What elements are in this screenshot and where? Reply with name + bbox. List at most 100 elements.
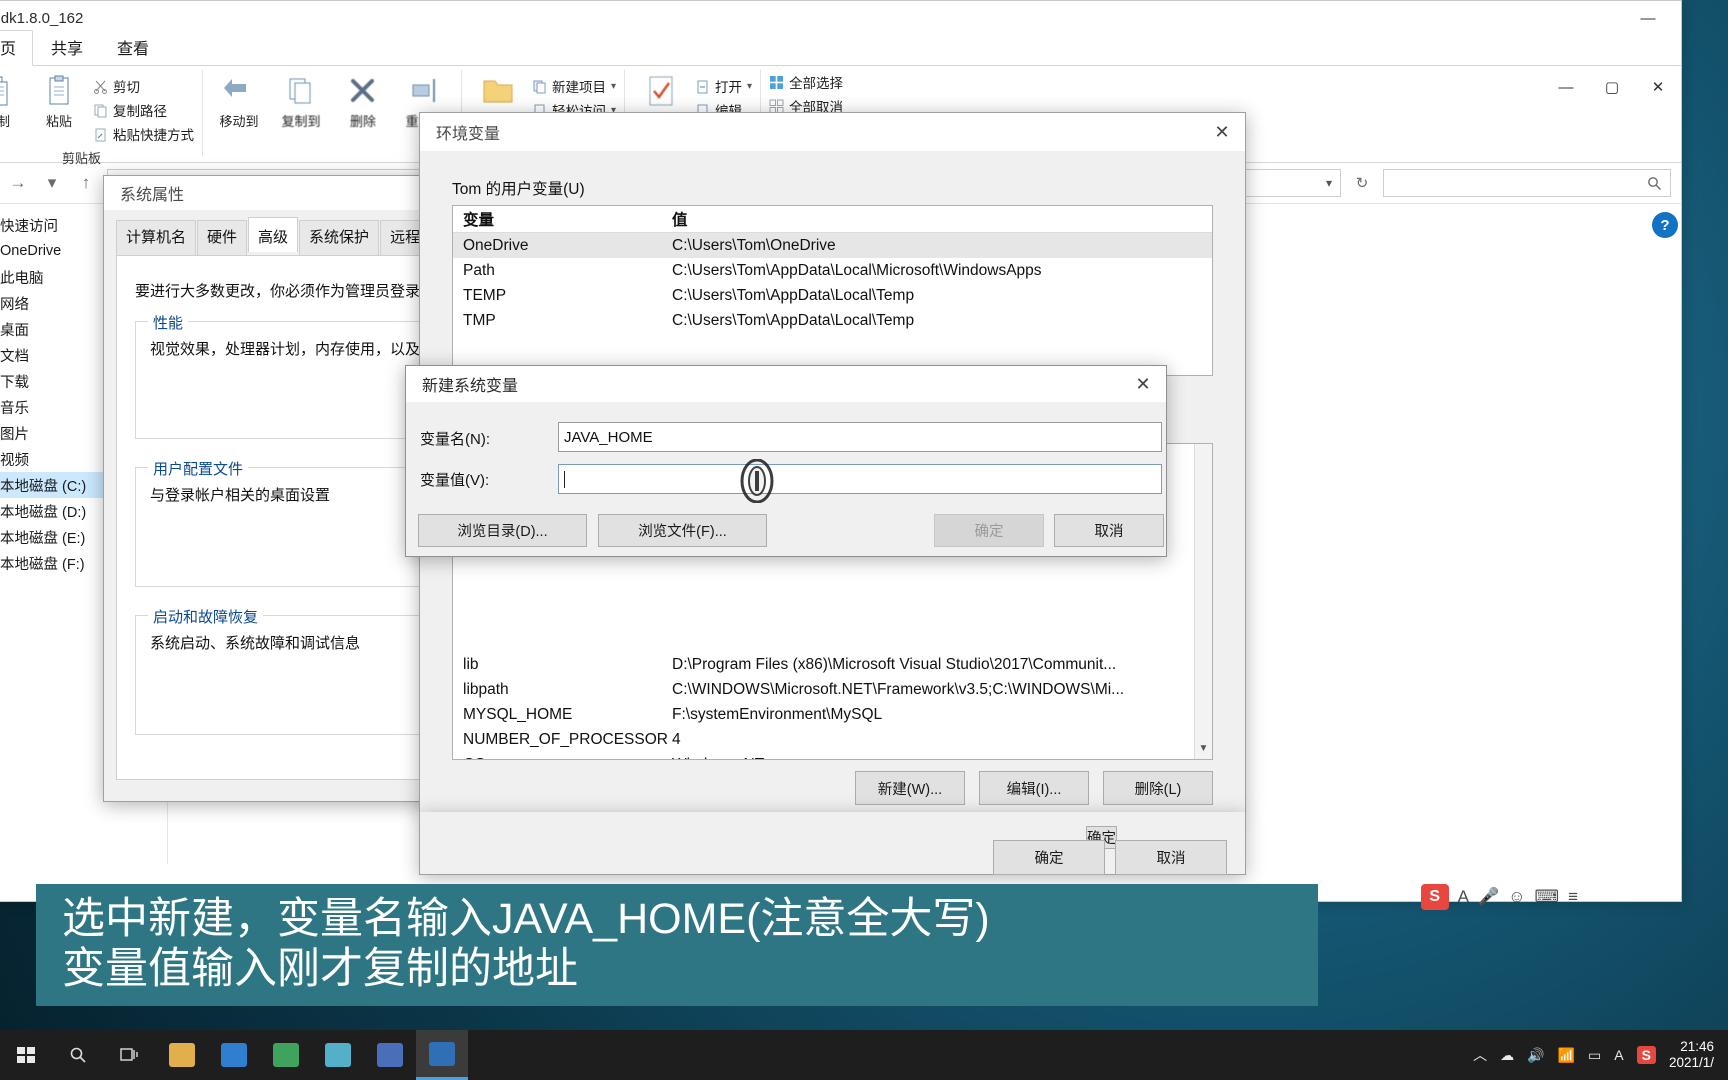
chevron-down-icon[interactable]: ▾ bbox=[747, 81, 752, 92]
move-to-button[interactable]: 移动到 bbox=[211, 70, 267, 130]
chevron-down-icon[interactable]: ▼ bbox=[1195, 739, 1212, 757]
delete-x-icon bbox=[351, 79, 374, 102]
task-view-button[interactable] bbox=[104, 1030, 156, 1080]
explorer-maximize-button[interactable]: ▢ bbox=[1589, 70, 1635, 104]
search-icon bbox=[1648, 176, 1661, 190]
taskbar-app-photos[interactable] bbox=[260, 1030, 312, 1080]
select-all-button[interactable]: 全部选择 bbox=[769, 72, 843, 92]
table-row[interactable]: MYSQL_HOME F:\systemEnvironment\MySQL bbox=[453, 702, 1212, 727]
user-variables-header: 变量 值 bbox=[453, 206, 1212, 233]
tab-home[interactable]: 主页 bbox=[0, 30, 34, 66]
taskbar-app-explorer-active[interactable] bbox=[416, 1030, 468, 1080]
close-icon[interactable]: ✕ bbox=[1199, 114, 1245, 150]
copy-path-button[interactable]: 复制路径 bbox=[93, 100, 194, 120]
menu-icon[interactable]: ≡ bbox=[1568, 887, 1578, 907]
keyboard-icon[interactable]: ⌨ bbox=[1535, 887, 1560, 907]
recent-locations-button[interactable]: ▾ bbox=[39, 170, 65, 196]
help-button[interactable]: ? bbox=[1652, 212, 1678, 238]
new-item-label: 新建项目 bbox=[552, 80, 606, 95]
variable-name: TEMP bbox=[463, 286, 507, 304]
explorer-minimize-button[interactable]: — bbox=[1543, 70, 1589, 104]
emoji-icon[interactable]: ☺ bbox=[1508, 887, 1525, 907]
variable-name-input[interactable]: JAVA_HOME bbox=[558, 422, 1162, 452]
system-variables-scrollbar[interactable]: ▼ bbox=[1194, 444, 1212, 759]
variable-name-input-value: JAVA_HOME bbox=[564, 428, 653, 446]
copy-icon bbox=[0, 76, 8, 106]
ribbon-group-clipboard: 复制 粘贴 剪切 复制路径 bbox=[0, 70, 203, 166]
up-button[interactable]: ↑ bbox=[73, 170, 99, 196]
sogou-icon[interactable]: S bbox=[1636, 1046, 1656, 1064]
explorer-close-button[interactable]: ✕ bbox=[1635, 70, 1681, 104]
onedrive-icon[interactable]: ☁ bbox=[1500, 1047, 1514, 1064]
new-var-ok-button[interactable]: 确定 bbox=[934, 514, 1044, 547]
search-button[interactable] bbox=[52, 1030, 104, 1080]
tab-computer-name[interactable]: 计算机名 bbox=[116, 220, 197, 255]
sogou-ime-bar[interactable]: S A 🎤 ☺ ⌨ ≡ bbox=[1420, 884, 1578, 910]
ime-mode-label[interactable]: A bbox=[1458, 887, 1469, 907]
taskbar-app-mail[interactable] bbox=[208, 1030, 260, 1080]
delete-variable-button[interactable]: 删除(L) bbox=[1103, 771, 1213, 805]
open-icon bbox=[697, 80, 708, 93]
table-row[interactable]: libpath C:\WINDOWS\Microsoft.NET\Framewo… bbox=[453, 677, 1212, 702]
variable-name: lib bbox=[463, 655, 479, 673]
user-variables-table[interactable]: 变量 值 OneDrive C:\Users\Tom\OneDrive Path… bbox=[452, 205, 1213, 376]
tab-system-protection[interactable]: 系统保护 bbox=[299, 220, 380, 255]
subtitle-banner: 选中新建，变量名输入JAVA_HOME(注意全大写) 变量值输入刚才复制的地址 bbox=[36, 884, 1318, 1006]
cut-button[interactable]: 剪切 bbox=[93, 76, 194, 96]
env-ok-button[interactable]: 确定 bbox=[993, 840, 1105, 875]
breadcrumb-dropdown-icon[interactable]: ▾ bbox=[1326, 176, 1332, 190]
mic-icon[interactable]: 🎤 bbox=[1478, 887, 1499, 907]
copy-path-label: 复制路径 bbox=[113, 104, 167, 119]
tab-view[interactable]: 查看 bbox=[101, 31, 165, 65]
paste-button[interactable]: 粘贴 bbox=[31, 70, 87, 130]
copy-button[interactable]: 复制 bbox=[0, 70, 25, 130]
table-row[interactable]: OS Windows_NT bbox=[453, 752, 1212, 760]
table-row[interactable]: TMP C:\Users\Tom\AppData\Local\Temp bbox=[453, 308, 1212, 333]
startup-caption: 启动和故障恢复 bbox=[148, 606, 264, 627]
user-profile-caption: 用户配置文件 bbox=[148, 458, 249, 479]
new-var-cancel-button[interactable]: 取消 bbox=[1054, 514, 1164, 547]
tab-share[interactable]: 共享 bbox=[35, 31, 99, 65]
variable-name-label: 变量名(N): bbox=[420, 431, 490, 448]
sogou-logo-icon[interactable]: S bbox=[1420, 884, 1449, 910]
taskbar-app-store[interactable] bbox=[364, 1030, 416, 1080]
paste-shortcut-button[interactable]: 粘贴快捷方式 bbox=[93, 124, 194, 144]
env-cancel-button[interactable]: 取消 bbox=[1115, 840, 1227, 875]
browse-directory-button[interactable]: 浏览目录(D)... bbox=[418, 514, 587, 547]
chevron-up-icon[interactable]: ︿ bbox=[1473, 1045, 1487, 1065]
edit-variable-button[interactable]: 编辑(I)... bbox=[979, 771, 1089, 805]
ime-A-icon[interactable]: A bbox=[1614, 1047, 1623, 1063]
table-row[interactable]: NUMBER_OF_PROCESSORS 4 bbox=[453, 727, 1212, 752]
taskbar-app-music[interactable] bbox=[312, 1030, 364, 1080]
variable-value-input[interactable] bbox=[558, 464, 1162, 494]
table-row[interactable]: OneDrive C:\Users\Tom\OneDrive bbox=[453, 233, 1212, 258]
forward-button[interactable]: → bbox=[5, 170, 31, 196]
tab-hardware[interactable]: 硬件 bbox=[197, 220, 248, 255]
volume-icon[interactable]: 🔊 bbox=[1527, 1047, 1544, 1064]
wifi-icon[interactable]: 📶 bbox=[1558, 1047, 1575, 1064]
copy-to-button[interactable]: 复制到 bbox=[273, 70, 329, 130]
battery-icon[interactable]: ▭ bbox=[1588, 1047, 1601, 1064]
browse-file-button[interactable]: 浏览文件(F)... bbox=[598, 514, 767, 547]
delete-label: 删除 bbox=[349, 114, 376, 129]
table-row[interactable]: Path C:\Users\Tom\AppData\Local\Microsof… bbox=[453, 258, 1212, 283]
start-button[interactable] bbox=[0, 1030, 52, 1080]
delete-button[interactable]: 删除 bbox=[335, 70, 391, 130]
new-variable-button[interactable]: 新建(W)... bbox=[855, 771, 965, 805]
table-row[interactable]: TEMP C:\Users\Tom\AppData\Local\Temp bbox=[453, 283, 1212, 308]
minimize-button[interactable]: — bbox=[1625, 1, 1671, 35]
open-button[interactable]: 打开 ▾ bbox=[695, 76, 752, 96]
close-icon[interactable]: ✕ bbox=[1120, 366, 1166, 402]
new-var-titlebar: 新建系统变量 ✕ bbox=[406, 366, 1166, 402]
taskbar-app-file-explorer[interactable] bbox=[156, 1030, 208, 1080]
chevron-down-icon[interactable]: ▾ bbox=[611, 81, 616, 92]
new-item-button[interactable]: 新建项目 ▾ bbox=[532, 76, 616, 96]
copy-to-label: 复制到 bbox=[281, 114, 321, 129]
subtitle-line-2: 变量值输入刚才复制的地址 bbox=[62, 945, 578, 993]
refresh-button[interactable]: ↻ bbox=[1349, 170, 1375, 196]
taskbar-clock[interactable]: 21:46 2021/1/ bbox=[1669, 1039, 1714, 1071]
properties-icon bbox=[649, 76, 673, 106]
table-row[interactable]: lib D:\Program Files (x86)\Microsoft Vis… bbox=[453, 652, 1212, 677]
search-input[interactable] bbox=[1383, 169, 1671, 197]
tab-advanced[interactable]: 高级 bbox=[248, 217, 299, 252]
